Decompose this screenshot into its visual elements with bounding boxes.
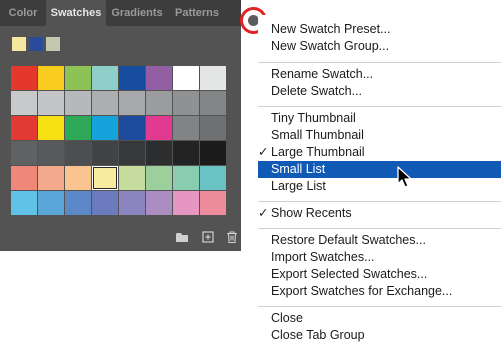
swatch[interactable]	[146, 91, 172, 115]
swatch[interactable]	[146, 116, 172, 140]
folder-icon[interactable]	[176, 231, 188, 243]
new-swatch-icon[interactable]	[202, 231, 214, 243]
menu-separator	[258, 62, 501, 63]
menu-item-rename-swatch[interactable]: Rename Swatch...	[258, 66, 501, 83]
swatch[interactable]	[38, 141, 64, 165]
swatch[interactable]	[92, 191, 118, 215]
menu-item-small-list[interactable]: Small List	[258, 161, 501, 178]
swatch[interactable]	[65, 191, 91, 215]
menu-item-new-swatch-preset[interactable]: New Swatch Preset...	[258, 21, 501, 38]
swatch[interactable]	[146, 66, 172, 90]
menu-item-restore-default-swatches[interactable]: Restore Default Swatches...	[258, 232, 501, 249]
swatch[interactable]	[38, 166, 64, 190]
menu-item-import-swatches[interactable]: Import Swatches...	[258, 249, 501, 266]
menu-item-show-recents[interactable]: ✓ Show Recents	[258, 205, 501, 222]
swatches-panel: Color Swatches Gradients Patterns	[0, 0, 241, 251]
swatch[interactable]	[38, 66, 64, 90]
swatch[interactable]	[119, 66, 145, 90]
swatch[interactable]	[200, 116, 226, 140]
swatch[interactable]	[11, 66, 37, 90]
swatch[interactable]	[173, 141, 199, 165]
menu-item-export-swatches-for-exchange[interactable]: Export Swatches for Exchange...	[258, 283, 501, 300]
swatch[interactable]	[200, 166, 226, 190]
swatch[interactable]	[200, 141, 226, 165]
swatch[interactable]	[173, 91, 199, 115]
checkmark-icon: ✓	[258, 206, 269, 220]
trash-icon[interactable]	[226, 231, 238, 243]
menu-item-small-thumbnail[interactable]: Small Thumbnail	[258, 127, 501, 144]
swatch[interactable]	[119, 91, 145, 115]
swatch[interactable]	[173, 166, 199, 190]
menu-item-delete-swatch[interactable]: Delete Swatch...	[258, 83, 501, 100]
checkmark-icon: ✓	[258, 145, 269, 159]
swatch[interactable]	[200, 66, 226, 90]
swatch[interactable]	[11, 166, 37, 190]
swatch[interactable]	[92, 66, 118, 90]
swatch[interactable]	[146, 191, 172, 215]
swatch[interactable]	[119, 116, 145, 140]
swatch[interactable]	[38, 91, 64, 115]
swatch[interactable]	[11, 116, 37, 140]
swatch[interactable]	[146, 141, 172, 165]
swatch[interactable]	[11, 141, 37, 165]
swatch[interactable]	[38, 116, 64, 140]
swatch[interactable]	[65, 141, 91, 165]
swatch[interactable]	[92, 116, 118, 140]
tab-patterns[interactable]: Patterns	[168, 0, 226, 26]
menu-separator	[258, 106, 501, 107]
tab-color[interactable]: Color	[0, 0, 46, 26]
tab-swatches[interactable]: Swatches	[46, 0, 106, 26]
menu-item-export-selected-swatches[interactable]: Export Selected Swatches...	[258, 266, 501, 283]
recent-swatch[interactable]	[12, 37, 26, 51]
menu-item-large-list[interactable]: Large List	[258, 178, 501, 195]
swatch[interactable]	[173, 66, 199, 90]
menu-item-large-thumbnail[interactable]: ✓ Large Thumbnail	[258, 144, 501, 161]
panel-tab-bar: Color Swatches Gradients Patterns	[0, 0, 241, 26]
swatch[interactable]	[119, 191, 145, 215]
swatch[interactable]	[65, 116, 91, 140]
swatch[interactable]	[65, 91, 91, 115]
mouse-cursor-icon	[397, 166, 412, 188]
swatch[interactable]	[119, 166, 145, 190]
recent-swatches	[12, 37, 60, 51]
menu-separator	[258, 228, 501, 229]
menu-item-new-swatch-group[interactable]: New Swatch Group...	[258, 38, 501, 55]
swatch[interactable]	[92, 91, 118, 115]
panel-flyout-menu: New Swatch Preset... New Swatch Group...…	[258, 15, 501, 346]
recent-swatch[interactable]	[29, 37, 43, 51]
swatch[interactable]	[65, 166, 91, 190]
swatch[interactable]	[92, 166, 118, 190]
swatch[interactable]	[65, 66, 91, 90]
menu-item-close[interactable]: Close	[258, 310, 501, 327]
swatch[interactable]	[173, 191, 199, 215]
swatch[interactable]	[200, 191, 226, 215]
swatch[interactable]	[11, 91, 37, 115]
swatch-grid	[11, 66, 226, 215]
swatch[interactable]	[38, 191, 64, 215]
swatch[interactable]	[92, 141, 118, 165]
menu-item-close-tab-group[interactable]: Close Tab Group	[258, 327, 501, 344]
menu-separator	[258, 306, 501, 307]
swatch[interactable]	[200, 91, 226, 115]
swatch[interactable]	[173, 116, 199, 140]
menu-separator	[258, 201, 501, 202]
swatch[interactable]	[146, 166, 172, 190]
recent-swatch[interactable]	[46, 37, 60, 51]
menu-item-tiny-thumbnail[interactable]: Tiny Thumbnail	[258, 110, 501, 127]
swatch[interactable]	[11, 191, 37, 215]
swatch[interactable]	[119, 141, 145, 165]
tab-gradients[interactable]: Gradients	[106, 0, 168, 26]
